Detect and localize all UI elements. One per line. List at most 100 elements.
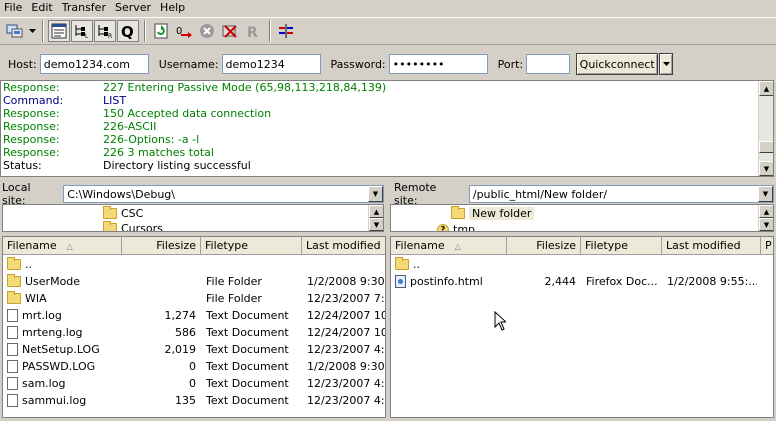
compare-icon[interactable] bbox=[275, 20, 297, 42]
scroll-up-icon[interactable]: ▲ bbox=[369, 205, 383, 218]
column-filesize[interactable]: Filesize bbox=[122, 237, 201, 255]
file-row[interactable]: sammui.log 135 Text Document 12/23/2007 4:2… bbox=[3, 392, 385, 409]
dropdown-arrow-icon[interactable] bbox=[27, 20, 37, 42]
remote-file-list: Filename △ Filesize Filetype Last modifie… bbox=[390, 236, 774, 418]
tree-item[interactable]: CSC bbox=[103, 206, 143, 221]
file-modified: 12/23/2007 4:34 bbox=[307, 343, 385, 356]
file-row[interactable]: WIA File Folder 12/23/2007 7:19 bbox=[3, 290, 385, 307]
username-input[interactable] bbox=[221, 54, 321, 74]
scroll-up-icon[interactable]: ▲ bbox=[759, 81, 773, 96]
svg-text:L: L bbox=[85, 33, 89, 39]
log-line: Response: 150 Accepted data connection bbox=[1, 107, 773, 120]
file-type: Text Document bbox=[206, 343, 289, 356]
file-name: mrt.log bbox=[22, 309, 62, 322]
column-filetype[interactable]: Filetype bbox=[581, 237, 662, 255]
log-type: Command: bbox=[3, 94, 64, 107]
scroll-thumb[interactable] bbox=[759, 141, 773, 153]
log-message: 150 Accepted data connection bbox=[103, 107, 272, 120]
log-line: Response: 226-Options: -a -l bbox=[1, 133, 773, 146]
tree-item[interactable]: Cursors bbox=[103, 221, 163, 231]
file-name: NetSetup.LOG bbox=[22, 343, 100, 356]
column-filename[interactable]: Filename △ bbox=[391, 237, 507, 255]
file-row[interactable]: .. bbox=[391, 256, 773, 273]
file-type: File Folder bbox=[206, 292, 262, 305]
menu-file[interactable]: File bbox=[0, 0, 27, 16]
toggle-message-log-icon[interactable] bbox=[48, 20, 70, 42]
local-tree-scrollbar[interactable]: ▲ ▼ bbox=[368, 205, 383, 231]
quickconnect-button[interactable]: Quickconnect bbox=[576, 53, 659, 75]
column-last-modified[interactable]: Last modified bbox=[662, 237, 761, 255]
file-row[interactable]: sam.log 0 Text Document 12/23/2007 4:23 bbox=[3, 375, 385, 392]
message-log: Response: 227 Entering Passive Mode (65,9… bbox=[0, 80, 774, 177]
host-input[interactable] bbox=[39, 54, 149, 74]
scroll-down-icon[interactable]: ▼ bbox=[369, 218, 383, 231]
file-modified: 1/2/2008 9:55:... bbox=[667, 275, 757, 288]
scroll-up-icon[interactable]: ▲ bbox=[759, 205, 773, 218]
process-queue-icon[interactable]: 0 bbox=[173, 20, 195, 42]
html-file-icon bbox=[395, 275, 406, 288]
log-scrollbar[interactable]: ▲ ▼ bbox=[758, 81, 773, 176]
disconnect-icon[interactable] bbox=[219, 20, 241, 42]
folder-icon bbox=[7, 257, 21, 270]
file-row[interactable]: NetSetup.LOG 2,019 Text Document 12/23/2007… bbox=[3, 341, 385, 358]
toolbar: L R Q 0 R bbox=[0, 17, 776, 45]
refresh-icon[interactable] bbox=[150, 20, 172, 42]
column-filetype[interactable]: Filetype bbox=[201, 237, 302, 255]
local-path-combo[interactable]: C:\Windows\Debug\ ▼ bbox=[63, 185, 384, 203]
text-document-icon bbox=[7, 394, 18, 407]
file-type: Text Document bbox=[206, 326, 289, 339]
toggle-remote-tree-icon[interactable]: R bbox=[94, 20, 116, 42]
column-filename[interactable]: Filename △ bbox=[3, 237, 122, 255]
file-name: sammui.log bbox=[22, 394, 87, 407]
tree-item[interactable]: ? tmp bbox=[437, 222, 475, 231]
file-name-cell: sam.log bbox=[7, 375, 119, 392]
folder-icon bbox=[103, 206, 117, 219]
remote-tree-scrollbar[interactable]: ▲ ▼ bbox=[758, 205, 773, 231]
file-modified bbox=[667, 256, 757, 273]
queue-icon[interactable]: Q bbox=[117, 20, 139, 42]
file-name-cell: .. bbox=[395, 256, 505, 273]
toggle-local-tree-icon[interactable]: L bbox=[71, 20, 93, 42]
file-row[interactable]: mrt.log 1,274 Text Document 12/24/2007 10:4 bbox=[3, 307, 385, 324]
file-type bbox=[206, 256, 302, 273]
file-size bbox=[507, 256, 576, 273]
scroll-down-icon[interactable]: ▼ bbox=[759, 218, 773, 231]
menu-server[interactable]: Server bbox=[111, 0, 156, 16]
file-row[interactable]: mrteng.log 586 Text Document 12/24/2007 10:… bbox=[3, 324, 385, 341]
menu-transfer[interactable]: Transfer bbox=[58, 0, 111, 16]
column-filesize[interactable]: Filesize bbox=[507, 237, 581, 255]
password-input[interactable] bbox=[388, 54, 488, 74]
svg-text:R: R bbox=[247, 25, 258, 39]
log-message: 226-ASCII bbox=[103, 120, 157, 133]
remote-tree: New folder ? tmp ▲ ▼ bbox=[390, 204, 774, 232]
file-row[interactable]: PASSWD.LOG 0 Text Document 1/2/2008 9:30:2 bbox=[3, 358, 385, 375]
chevron-down-icon[interactable]: ▼ bbox=[758, 186, 773, 202]
quickconnect-dropdown-icon[interactable] bbox=[659, 53, 674, 75]
file-modified bbox=[307, 256, 385, 273]
cancel-icon[interactable] bbox=[196, 20, 218, 42]
file-row[interactable]: UserMode File Folder 1/2/2008 9:30:3 bbox=[3, 273, 385, 290]
svg-text:R: R bbox=[108, 33, 112, 39]
file-size bbox=[122, 256, 196, 273]
file-name: UserMode bbox=[25, 275, 81, 288]
menu-edit[interactable]: Edit bbox=[27, 0, 57, 16]
username-label: Username: bbox=[158, 57, 219, 71]
file-type: Text Document bbox=[206, 377, 289, 390]
menu-help[interactable]: Help bbox=[156, 0, 190, 16]
folder-icon bbox=[451, 206, 465, 219]
column-permissions[interactable]: P bbox=[761, 237, 773, 255]
remote-path-combo[interactable]: /public_html/New folder/ ▼ bbox=[468, 185, 774, 203]
file-name: sam.log bbox=[22, 377, 66, 390]
file-row[interactable]: .. bbox=[3, 256, 385, 273]
site-manager-icon[interactable] bbox=[4, 20, 26, 42]
file-size bbox=[122, 290, 196, 307]
scroll-down-icon[interactable]: ▼ bbox=[759, 161, 773, 176]
column-last-modified[interactable]: Last modified bbox=[302, 237, 385, 255]
tree-item-selected[interactable]: New folder bbox=[451, 206, 535, 221]
reconnect-icon[interactable]: R bbox=[242, 20, 264, 42]
remote-site-bar: Remote site: /public_html/New folder/ ▼ bbox=[394, 181, 774, 207]
chevron-down-icon[interactable]: ▼ bbox=[368, 186, 383, 202]
port-input[interactable] bbox=[526, 54, 571, 74]
quickconnect-bar: Host: Username: Password: Port: Quickcon… bbox=[0, 50, 776, 78]
file-row[interactable]: postinfo.html 2,444 Firefox Doc... 1/2/2008… bbox=[391, 273, 773, 290]
